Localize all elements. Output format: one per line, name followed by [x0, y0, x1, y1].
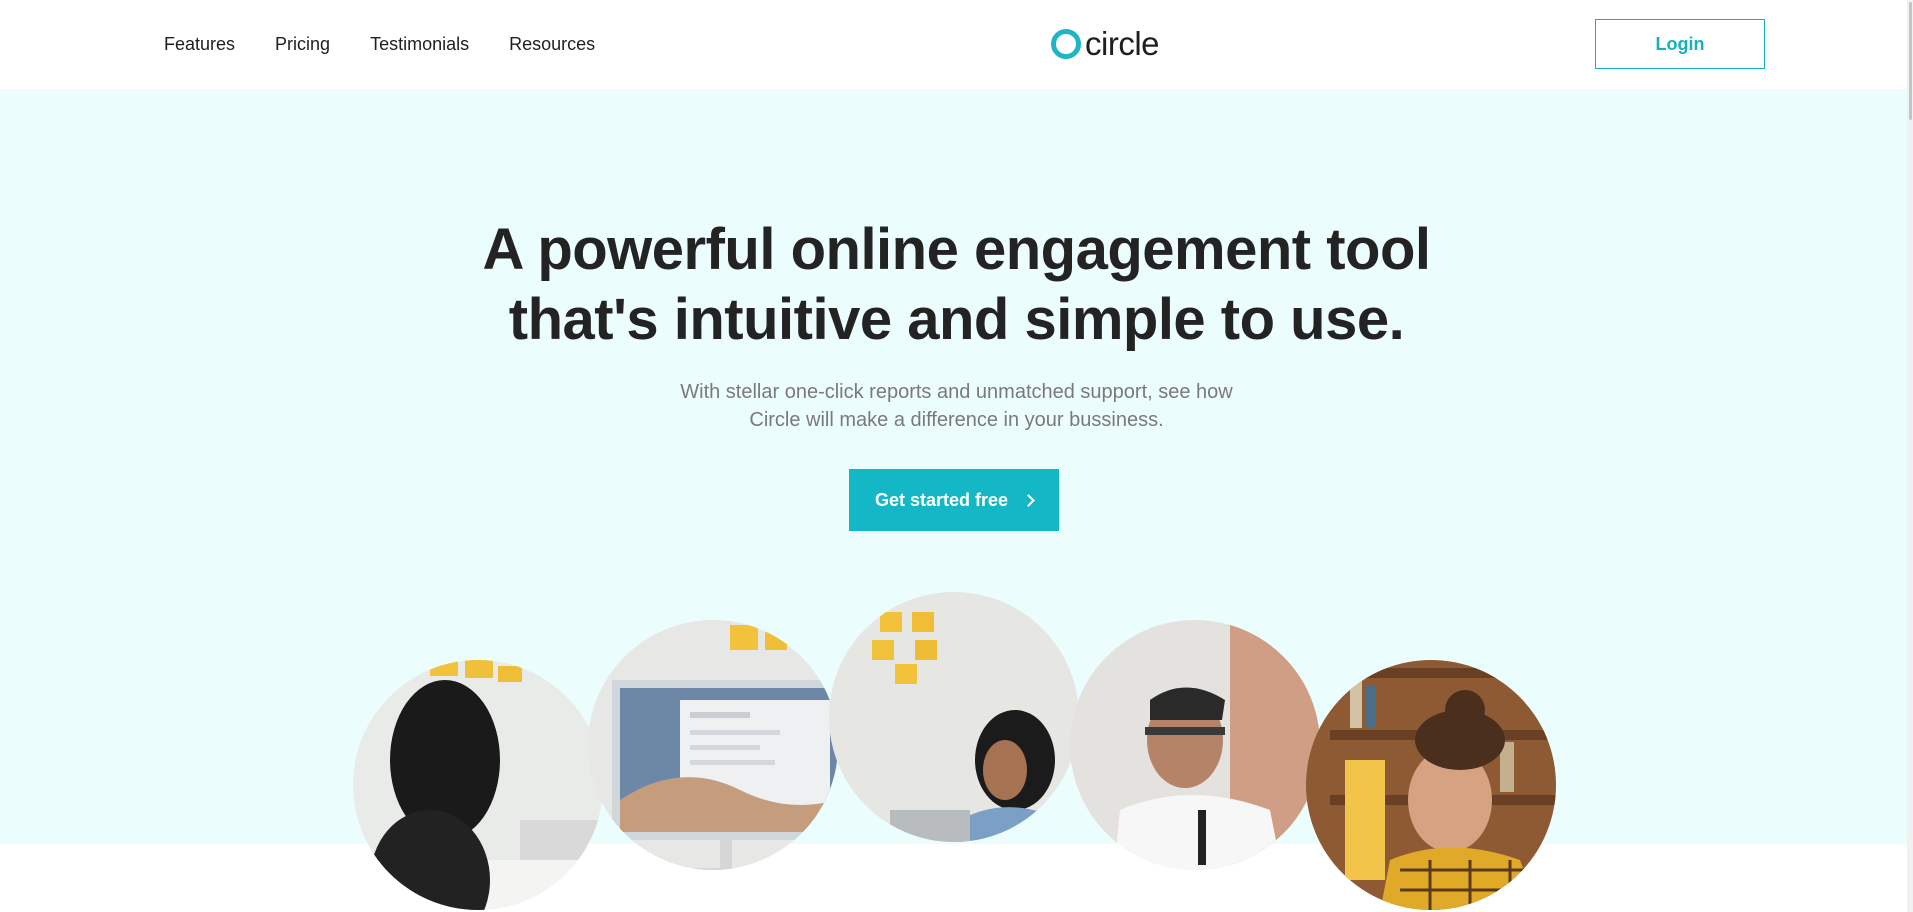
main-nav: Features Pricing Testimonials Resources: [164, 33, 635, 55]
hero-section: [0, 89, 1913, 844]
logo-text: circle: [1085, 25, 1160, 62]
headline-line-1: A powerful online engagement tool: [482, 217, 1431, 282]
nav-pricing[interactable]: Pricing: [275, 33, 330, 55]
nav-resources[interactable]: Resources: [509, 33, 595, 55]
site-header: Features Pricing Testimonials Resources …: [0, 0, 1913, 89]
page-scrollbar[interactable]: [1907, 0, 1913, 912]
chevron-right-icon: [1022, 493, 1035, 507]
get-started-button[interactable]: Get started free: [849, 469, 1059, 531]
cta-label: Get started free: [874, 489, 1009, 510]
landing-page: Features Pricing Testimonials Resources …: [0, 0, 1913, 912]
headline-line-2: that's intuitive and simple to use.: [508, 287, 1405, 352]
brand-logo[interactable]: circle: [1051, 24, 1160, 64]
ring-icon: [1051, 29, 1081, 59]
nav-features[interactable]: Features: [164, 33, 235, 55]
scrollbar-thumb[interactable]: [1909, 2, 1912, 120]
login-button[interactable]: Login: [1595, 19, 1765, 69]
hero-subtext: With stellar one-click reports and unmat…: [0, 378, 1913, 434]
nav-testimonials[interactable]: Testimonials: [370, 33, 469, 55]
subtext-line-1: With stellar one-click reports and unmat…: [680, 381, 1233, 403]
hero-headline: A powerful online engagement tool that's…: [0, 215, 1913, 355]
subtext-line-2: Circle will make a difference in your bu…: [749, 409, 1164, 431]
